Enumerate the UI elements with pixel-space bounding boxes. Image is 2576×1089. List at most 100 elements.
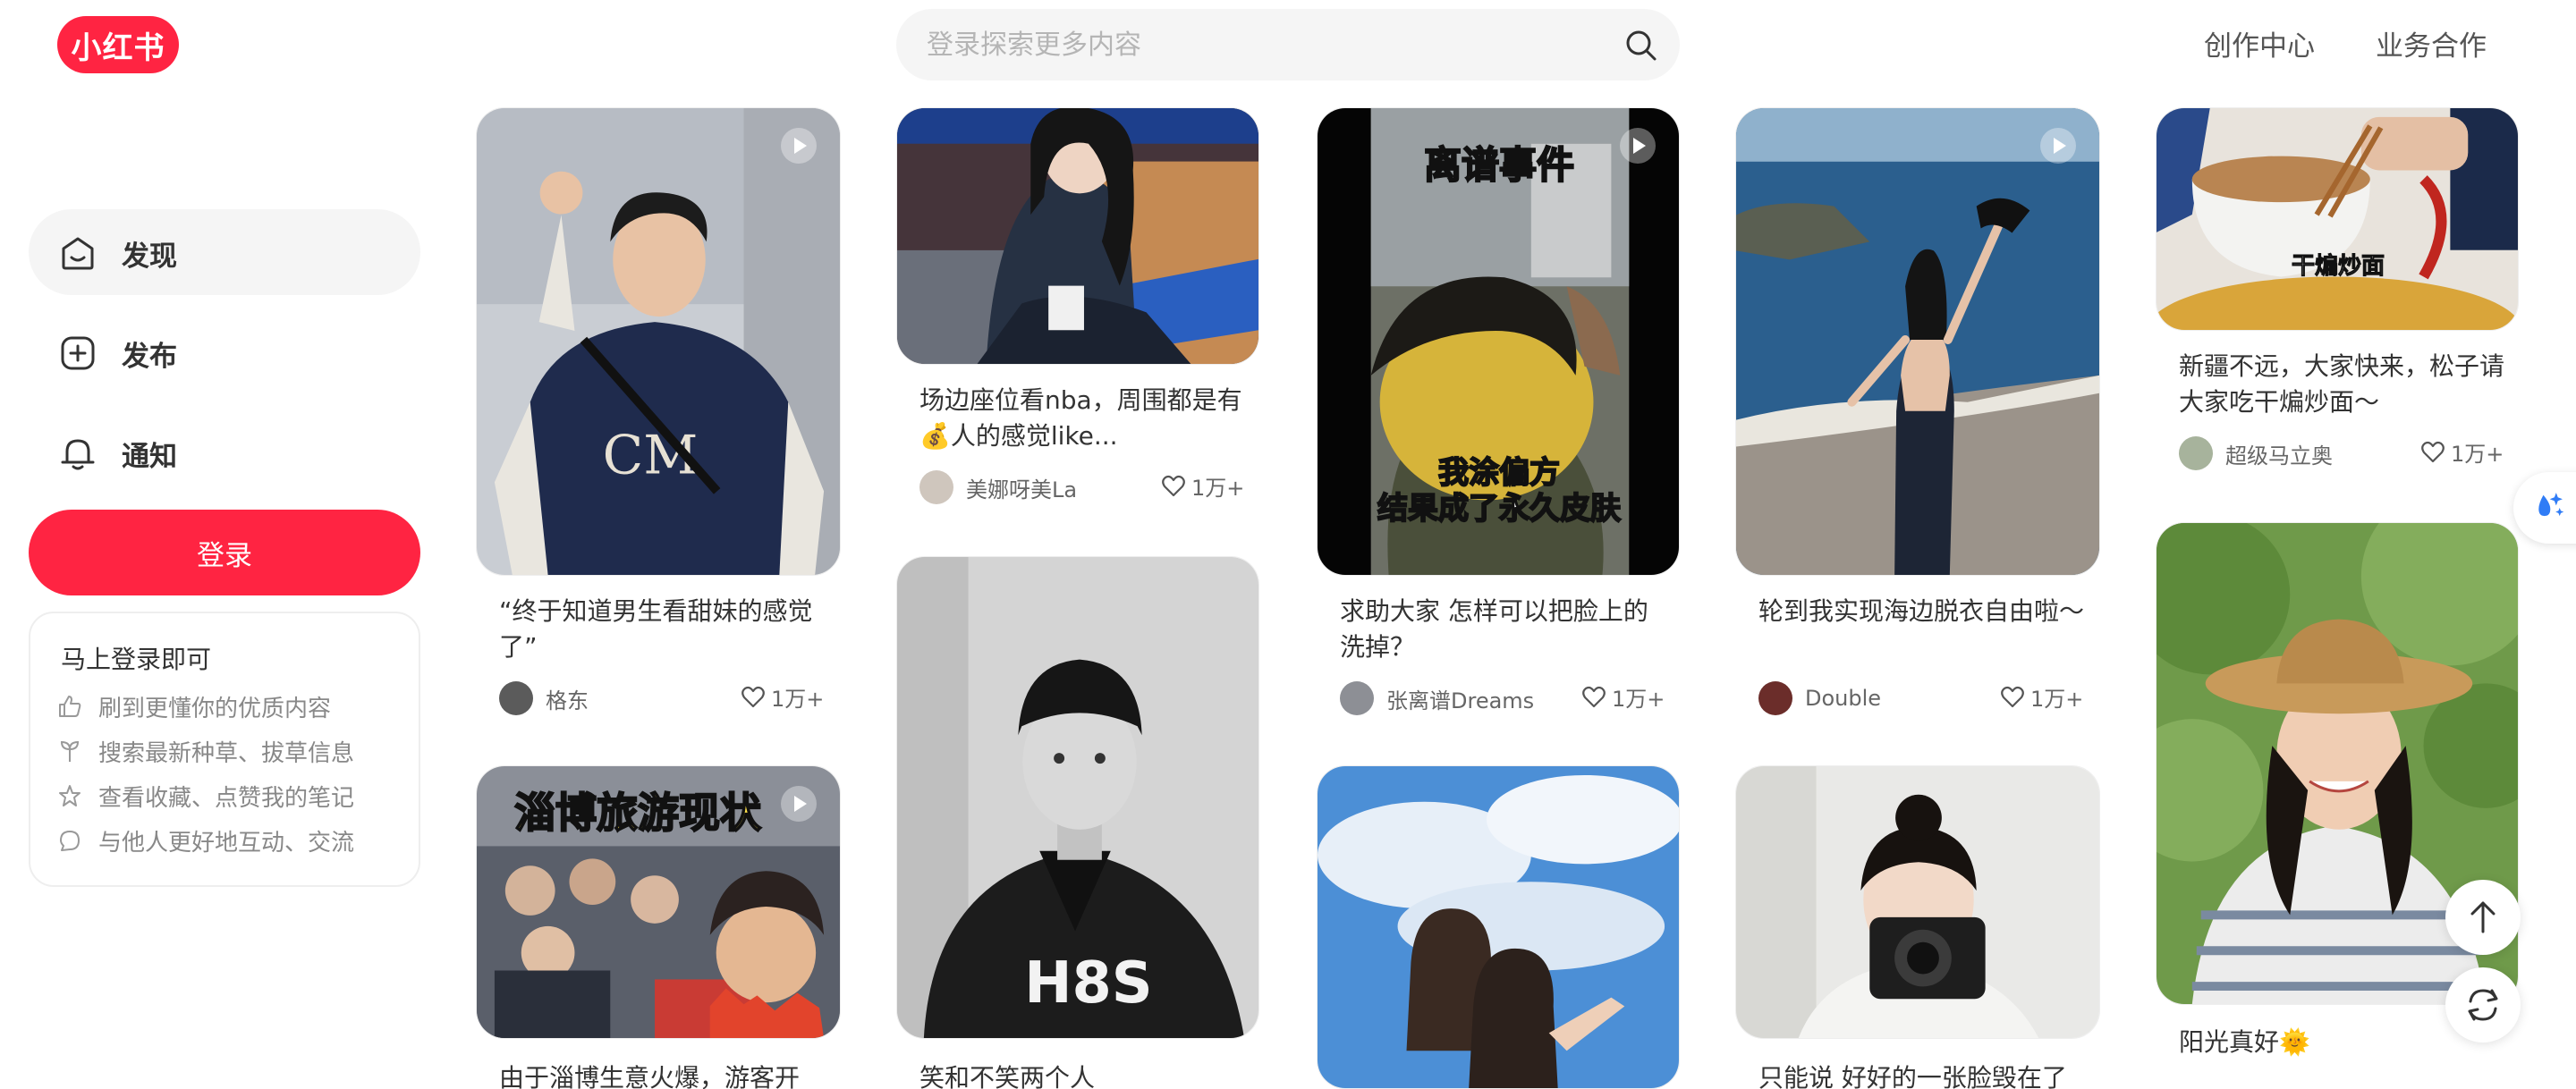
creator-center-link[interactable]: 创作中心 [2204,23,2315,63]
promo-item: 查看收藏、点赞我的笔记 [57,778,354,814]
note-cover[interactable] [1735,765,2100,1039]
business-link[interactable]: 业务合作 [2376,23,2487,63]
svg-text:H8S: H8S [1024,950,1152,1017]
like-count[interactable]: 1万+ [1581,681,1665,713]
heart-icon [1162,475,1185,496]
video-play-icon [1620,128,1656,164]
brand-logo[interactable]: 小红书 [57,16,179,73]
arrow-up-icon [2470,901,2496,933]
promo-title: 马上登录即可 [61,645,212,674]
cover-image: CM [477,108,840,575]
author-name: 张离谱Dreams [1386,688,1535,713]
cover-caption: 干煸炒面 [2291,253,2385,281]
promo-item: 搜索最新种草、拔草信息 [57,733,354,769]
promo-item-text: 搜索最新种草、拔草信息 [98,739,355,767]
promo-item: 刷到更懂你的优质内容 [57,688,331,724]
note-title[interactable]: 笑和不笑两个人 [919,1060,1250,1089]
like-count-text: 1万+ [771,687,825,712]
refresh-icon [2468,989,2498,1021]
note-author[interactable]: 张离谱Dreams [1340,681,1534,715]
like-count-text: 1万+ [2451,442,2504,467]
heart-icon [2001,686,2024,707]
sparkle-drop-icon [2538,493,2564,517]
login-button[interactable]: 登录 [29,510,420,595]
chat-icon [60,831,80,851]
like-count[interactable]: 1万+ [2000,681,2083,713]
home-icon [62,237,94,270]
note-title[interactable]: 由于淄博生意火爆，游客开 [499,1060,830,1089]
note-title[interactable]: 轮到我实现海边脱衣自由啦～ [1758,594,2089,629]
like-count-text: 1万+ [2030,687,2084,712]
note-author[interactable]: Double [1758,681,1881,715]
star-icon [59,785,80,806]
cover-caption: 离谱事件 [1423,142,1575,188]
note-author[interactable]: 格东 [499,681,589,715]
heart-icon [741,686,765,707]
note-cover[interactable]: 干煸炒面 [2156,107,2519,331]
note-title[interactable]: 求助大家 怎样可以把脸上的洗掉？ [1340,594,1671,665]
thumb-up-icon [59,696,81,717]
note-cover[interactable]: CM [476,107,841,576]
note-cover[interactable]: 淄博旅游现状 [476,765,841,1039]
sidebar-item-label: 通知 [122,441,177,473]
sprout-icon [60,740,80,762]
search-bar[interactable] [896,9,1680,80]
plus-square-icon [61,336,95,370]
heart-icon [2421,441,2445,462]
note-title[interactable]: 场边座位看nba，周围都是有💰人的感觉like... [919,383,1250,454]
note-cover[interactable] [1735,107,2100,576]
like-count[interactable]: 1万+ [1161,470,1244,502]
promo-item-text: 与他人更好地互动、交流 [98,829,355,857]
top-header: 小红书 创作中心 业务合作 [0,0,2576,98]
like-count-text: 1万+ [1612,687,1665,712]
side-tab[interactable] [2513,472,2576,544]
video-play-icon [781,786,817,822]
avatar [2179,436,2213,470]
avatar [1340,681,1374,715]
sidebar-item-label: 发现 [122,241,177,273]
note-title[interactable]: “终于知道男生看甜妹的感觉了” [499,594,830,665]
sidebar-item-discover[interactable]: 发现 [29,209,420,295]
cover-image [1736,766,2099,1038]
promo-item-text: 刷到更懂你的优质内容 [98,695,332,722]
cover-image [1736,108,2099,575]
avatar [919,470,953,504]
note-author[interactable]: 美娜呀美La [919,470,1077,504]
note-cover[interactable] [1317,765,1680,1089]
author-name: 美娜呀美La [966,477,1078,502]
avatar [1758,681,1792,715]
cover-image [897,108,1258,364]
cover-image: H8S [897,557,1258,1038]
note-cover[interactable]: H8S [896,556,1259,1039]
sidebar-item-notifications[interactable]: 通知 [29,409,420,495]
login-promo-card: 马上登录即可 刷到更懂你的优质内容 搜索最新种草、拔草信息 查看收藏、点赞我的笔… [29,612,420,887]
cover-caption: 淄博旅游现状 [513,788,762,838]
author-name: 格东 [546,688,589,713]
cover-image [1318,766,1679,1088]
video-play-icon [781,128,817,164]
note-cover[interactable]: 离谱事件 我涂偏方 结果成了永久皮肤 [1317,107,1680,576]
cover-caption: 结果成了永久皮肤 [1377,490,1622,528]
like-count[interactable]: 1万+ [2420,436,2504,468]
note-title[interactable]: 只能说 好好的一张脸毁在了 [1758,1060,2089,1089]
cover-image [2157,108,2518,330]
note-title[interactable]: 新疆不远，大家快来，松子请大家吃干煸炒面～ [2179,349,2510,420]
like-count-text: 1万+ [1191,476,1245,501]
author-name: Double [1805,686,1882,711]
sidebar-item-publish[interactable]: 发布 [29,309,420,395]
refresh-button[interactable] [2445,967,2521,1043]
heart-icon [1582,686,1606,707]
search-icon[interactable] [1623,27,1658,63]
like-count[interactable]: 1万+ [741,681,824,713]
sidebar-item-label: 发布 [122,341,177,373]
video-play-icon [2040,128,2076,164]
bell-icon [61,439,95,470]
promo-item: 与他人更好地互动、交流 [57,823,354,858]
back-to-top-button[interactable] [2445,880,2521,955]
avatar [499,681,533,715]
search-input[interactable] [927,9,1606,80]
note-cover[interactable] [896,107,1259,365]
promo-item-text: 查看收藏、点赞我的笔记 [98,784,355,812]
author-name: 超级马立奥 [2225,443,2333,469]
note-author[interactable]: 超级马立奥 [2179,436,2333,470]
